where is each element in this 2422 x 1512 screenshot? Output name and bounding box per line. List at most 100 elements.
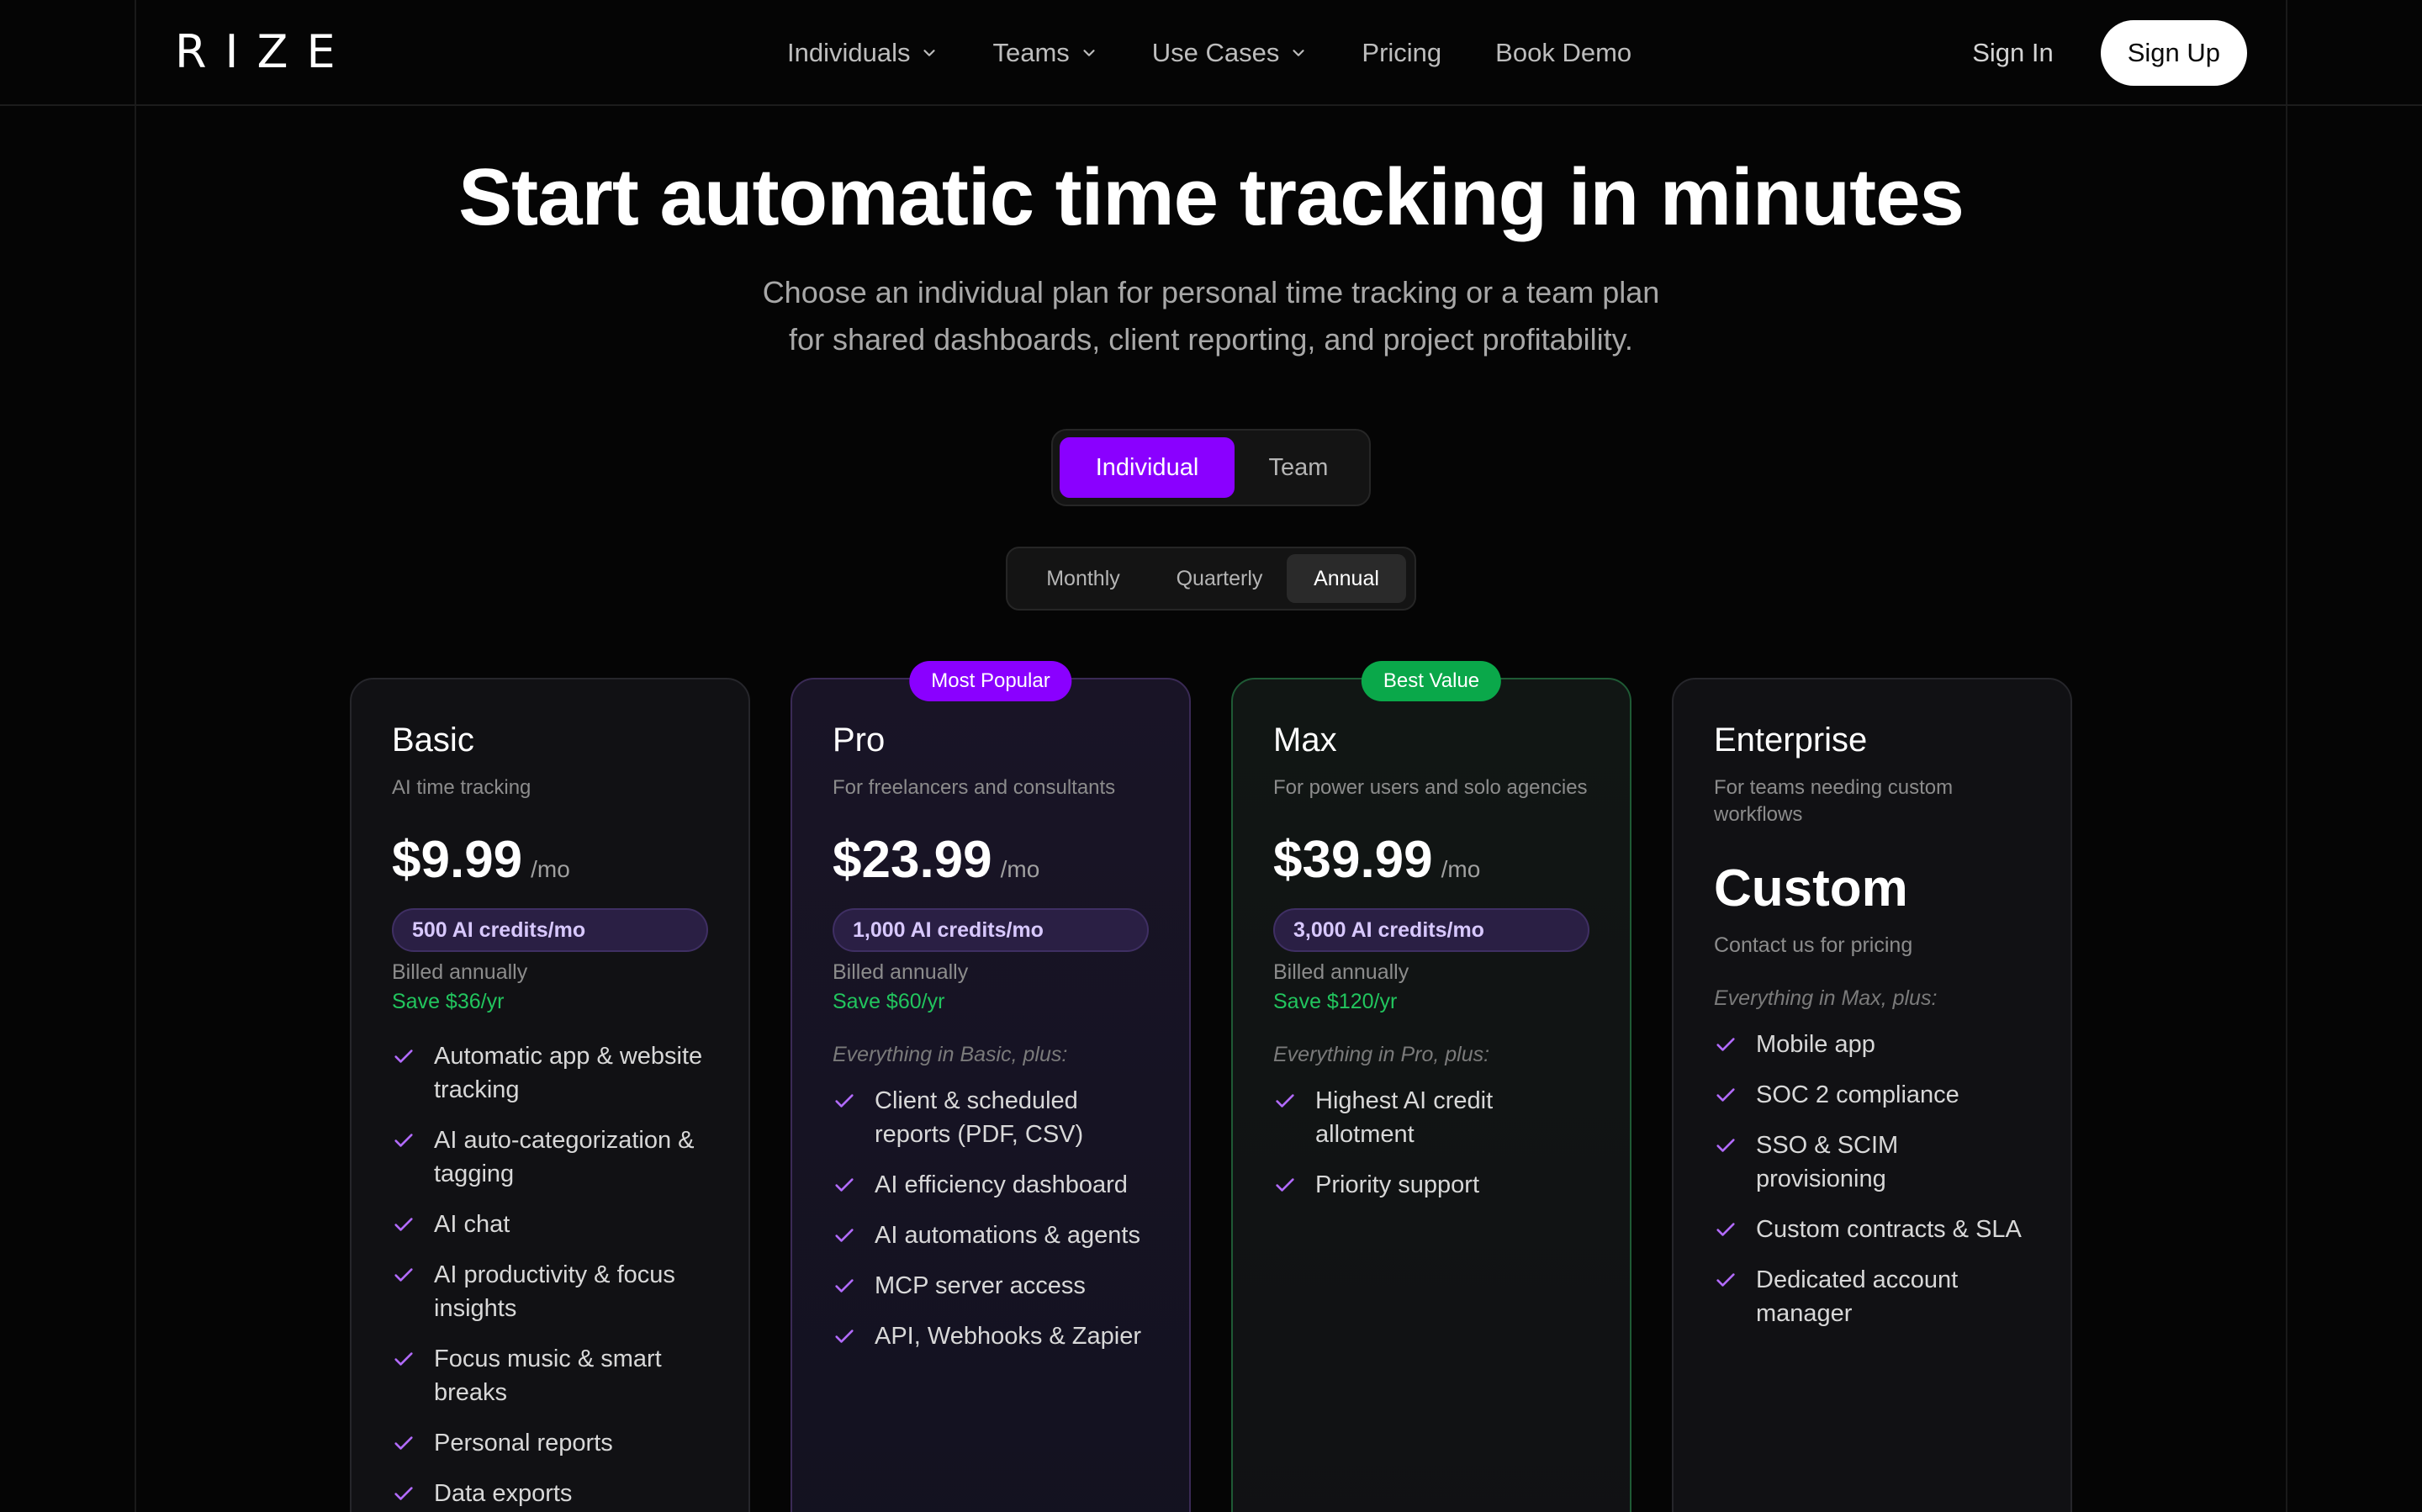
nav-teams-label: Teams: [992, 38, 1070, 67]
feature-text: Client & scheduled reports (PDF, CSV): [875, 1087, 1084, 1148]
price-period: /mo: [1441, 856, 1481, 882]
sign-up-button[interactable]: Sign Up: [2100, 20, 2247, 86]
feature-item: Highest AI credit allotment: [1273, 1084, 1589, 1151]
includes-note: Everything in Max, plus:: [1714, 986, 1938, 1010]
plan-card-basic: Basic AI time tracking $9.99 /mo 500 AI …: [350, 678, 750, 1512]
feature-item: MCP server access: [833, 1269, 1149, 1303]
price-period: /mo: [1000, 856, 1040, 882]
feature-text: Personal reports: [434, 1430, 613, 1456]
plan-name: Max: [1273, 722, 1337, 759]
check-icon: [835, 1094, 854, 1108]
feature-text: AI productivity & focus insights: [434, 1261, 675, 1322]
plan-price: Custom: [1714, 859, 1908, 917]
feature-item: Priority support: [1273, 1168, 1589, 1202]
feature-item: AI auto-categorization & tagging: [392, 1123, 708, 1191]
feature-text: AI automations & agents: [875, 1222, 1140, 1249]
plan-description: For teams needing custom workflows: [1714, 776, 1954, 826]
feature-item: Mobile app: [1714, 1028, 2030, 1061]
billing-note: Billed annually: [1273, 960, 1409, 984]
nav-teams[interactable]: Teams: [992, 38, 1097, 68]
feature-text: AI chat: [434, 1211, 510, 1238]
includes-note: Everything in Basic, plus:: [833, 1043, 1068, 1066]
savings-note: Save $120/yr: [1273, 990, 1398, 1013]
page-subtitle: Choose an individual plan for personal t…: [0, 269, 2422, 363]
check-icon: [1716, 1273, 1735, 1287]
best-value-badge: Best Value: [1361, 661, 1502, 701]
billing-note: Billed annually: [833, 960, 969, 984]
feature-text: Mobile app: [1756, 1031, 1875, 1058]
savings-note: Save $36/yr: [392, 990, 505, 1013]
check-icon: [1716, 1223, 1735, 1236]
billing-annual[interactable]: Annual: [1287, 554, 1406, 603]
plan-card-max: Best Value Max For power users and solo …: [1231, 661, 1631, 1512]
feature-item: Personal reports: [392, 1426, 708, 1460]
plan-price: $9.99: [392, 831, 523, 889]
check-icon: [394, 1049, 413, 1063]
feature-text: Automatic app & website tracking: [434, 1043, 703, 1103]
feature-item: SSO & SCIM provisioning: [1714, 1129, 2030, 1196]
feature-text: SSO & SCIM provisioning: [1756, 1132, 1899, 1192]
check-icon: [394, 1134, 413, 1147]
subtitle-line-1: Choose an individual plan for personal t…: [762, 275, 1660, 309]
chevron-down-icon: [1083, 50, 1095, 56]
feature-item: Data exports: [392, 1477, 708, 1510]
feature-text: AI efficiency dashboard: [875, 1171, 1128, 1198]
contact-note: Contact us for pricing: [1714, 933, 1913, 957]
subtitle-line-2: for shared dashboards, client reporting,…: [789, 322, 1633, 357]
page-title: Start automatic time tracking in minutes: [458, 152, 1965, 242]
feature-item: Custom contracts & SLA: [1714, 1213, 2030, 1246]
nav-book-demo-label: Book Demo: [1495, 38, 1632, 67]
feature-text: Focus music & smart breaks: [434, 1345, 662, 1406]
nav-links: Individuals Teams Use Cases Pricing Book…: [787, 0, 1631, 106]
billing-quarterly[interactable]: Quarterly: [1152, 554, 1287, 603]
toggle-team[interactable]: Team: [1235, 437, 1362, 498]
chevron-down-icon: [1293, 50, 1305, 56]
feature-item: API, Webhooks & Zapier: [833, 1319, 1149, 1353]
check-icon: [1276, 1178, 1294, 1192]
plan-price: $39.99: [1273, 831, 1433, 889]
feature-list: Highest AI credit allotment Priority sup…: [1273, 1084, 1589, 1202]
plan-description: AI time tracking: [392, 776, 531, 799]
most-popular-badge: Most Popular: [909, 661, 1072, 701]
plan-description: For freelancers and consultants: [833, 776, 1116, 799]
includes-note: Everything in Pro, plus:: [1273, 1043, 1490, 1066]
feature-item: SOC 2 compliance: [1714, 1078, 2030, 1112]
check-icon: [394, 1268, 413, 1282]
nav-individuals-label: Individuals: [787, 38, 911, 67]
feature-list: Mobile app SOC 2 compliance SSO & SCIM p…: [1714, 1028, 2030, 1330]
sign-in-link[interactable]: Sign In: [1972, 38, 2054, 68]
plan-card-pro: Most Popular Pro For freelancers and con…: [791, 661, 1191, 1512]
nav-individuals[interactable]: Individuals: [787, 38, 939, 68]
feature-item: AI automations & agents: [833, 1219, 1149, 1252]
toggle-individual[interactable]: Individual: [1060, 437, 1235, 498]
feature-text: Dedicated account manager: [1756, 1266, 1959, 1327]
feature-text: Custom contracts & SLA: [1756, 1216, 2022, 1243]
check-icon: [835, 1178, 854, 1192]
feature-item: Client & scheduled reports (PDF, CSV): [833, 1084, 1149, 1151]
feature-item: Dedicated account manager: [1714, 1263, 2030, 1330]
feature-item: Focus music & smart breaks: [392, 1342, 708, 1409]
check-icon: [394, 1352, 413, 1366]
check-icon: [394, 1487, 413, 1500]
plan-type-toggle: Individual Team: [1051, 429, 1371, 506]
check-icon: [394, 1218, 413, 1231]
feature-text: Highest AI credit allotment: [1315, 1087, 1494, 1148]
nav-book-demo[interactable]: Book Demo: [1495, 38, 1631, 68]
feature-list: Client & scheduled reports (PDF, CSV) AI…: [833, 1084, 1149, 1353]
nav-pricing[interactable]: Pricing: [1362, 38, 1441, 68]
nav-auth: Sign In Sign Up: [1972, 0, 2247, 106]
rize-logo[interactable]: RIZE: [175, 25, 354, 78]
feature-text: API, Webhooks & Zapier: [875, 1323, 1142, 1350]
savings-note: Save $60/yr: [833, 990, 945, 1013]
ai-credits-badge: 1,000 AI credits/mo: [833, 908, 1149, 952]
nav-use-cases[interactable]: Use Cases: [1152, 38, 1309, 68]
billing-monthly[interactable]: Monthly: [1014, 554, 1152, 603]
nav-use-cases-label: Use Cases: [1151, 38, 1280, 67]
feature-list: Automatic app & website tracking AI auto…: [392, 1039, 708, 1510]
plan-name: Pro: [833, 722, 886, 759]
check-icon: [1276, 1094, 1294, 1108]
plan-name: Basic: [392, 722, 474, 759]
nav-pricing-label: Pricing: [1362, 38, 1442, 67]
price-period: /mo: [531, 856, 570, 882]
feature-text: MCP server access: [875, 1272, 1086, 1299]
